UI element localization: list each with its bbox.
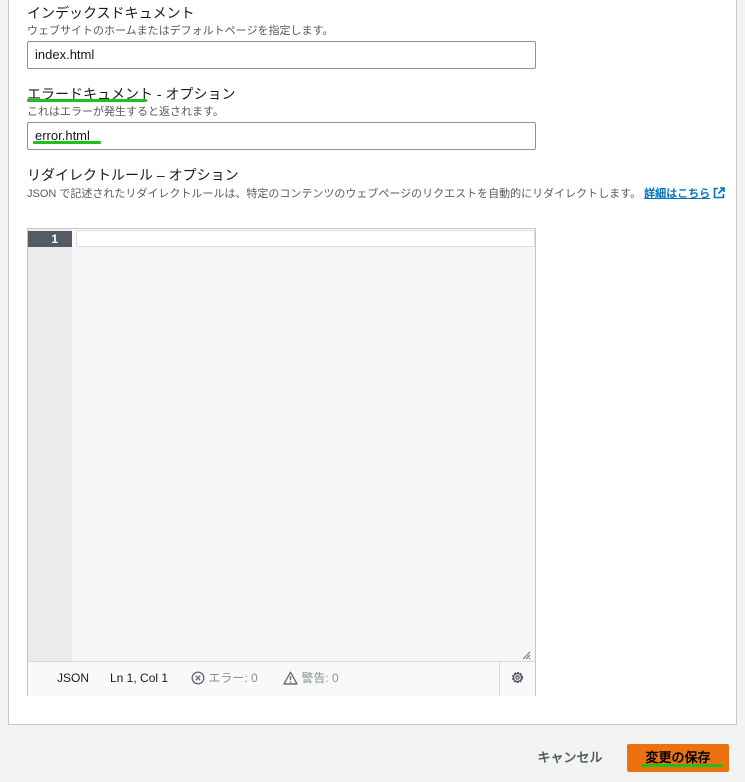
error-circle-icon bbox=[191, 671, 205, 685]
resize-grip-icon[interactable] bbox=[521, 647, 531, 660]
annotation-underline-error-title bbox=[27, 99, 147, 102]
redirect-rules-description-line: JSON で記述されたリダイレクトルールは、特定のコンテンツのウェブページのリク… bbox=[27, 185, 725, 202]
editor-gutter bbox=[28, 229, 72, 661]
error-document-input[interactable]: error.html bbox=[27, 122, 536, 150]
error-document-description: これはエラーが発生すると返されます。 bbox=[27, 106, 224, 118]
redirect-rules-title: リダイレクトルール – オプション bbox=[27, 167, 239, 183]
language-label: JSON bbox=[57, 671, 90, 685]
editor-active-line[interactable] bbox=[76, 230, 535, 247]
cancel-button[interactable]: キャンセル bbox=[527, 744, 613, 772]
editor-status-bar: JSON Ln 1, Col 1 エラー: 0 警告: 0 bbox=[28, 661, 535, 696]
redirect-rules-code-editor[interactable]: 1 JSON Ln 1, Col 1 エラー: 0 警告: 0 bbox=[27, 228, 536, 696]
learn-more-link[interactable]: 詳細はこちら bbox=[644, 187, 725, 202]
index-document-title: インデックスドキュメント bbox=[27, 5, 195, 21]
settings-gear-icon bbox=[510, 670, 525, 688]
external-link-icon bbox=[713, 187, 725, 202]
redirect-rules-description: JSON で記述されたリダイレクトルールは、特定のコンテンツのウェブページのリク… bbox=[27, 188, 642, 200]
annotation-underline-save bbox=[641, 764, 723, 767]
line-number: 1 bbox=[28, 231, 72, 247]
save-changes-label: 変更の保存 bbox=[645, 750, 711, 765]
annotation-underline-error-input bbox=[33, 141, 101, 144]
index-document-input[interactable]: index.html bbox=[27, 41, 536, 69]
warning-triangle-icon bbox=[283, 671, 298, 685]
warning-count-label: 警告: 0 bbox=[301, 671, 339, 685]
error-count[interactable]: エラー: 0 bbox=[191, 662, 258, 695]
warning-count[interactable]: 警告: 0 bbox=[283, 662, 339, 695]
save-changes-button[interactable]: 変更の保存 bbox=[627, 744, 729, 772]
index-document-description: ウェブサイトのホームまたはデフォルトページを指定します。 bbox=[27, 25, 334, 37]
editor-settings-button[interactable] bbox=[499, 662, 535, 696]
cursor-position: Ln 1, Col 1 bbox=[110, 671, 169, 685]
editor-text-area[interactable] bbox=[72, 247, 535, 661]
error-count-label: エラー: 0 bbox=[208, 671, 258, 685]
learn-more-label: 詳細はこちら bbox=[644, 188, 711, 200]
